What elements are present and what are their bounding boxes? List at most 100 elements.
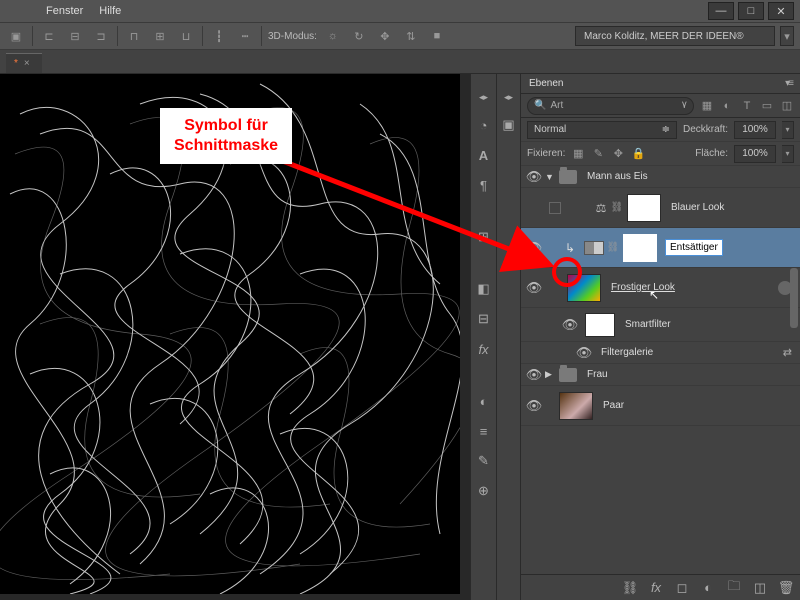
lock-all-icon[interactable]: 🔒 <box>631 147 645 161</box>
panel-title: Ebenen <box>529 78 563 89</box>
history-panel-icon[interactable]: ◔ <box>473 114 495 136</box>
disclosure-triangle-icon[interactable]: ▼ <box>545 172 555 182</box>
3d-roll-icon[interactable]: ↻ <box>349 26 369 46</box>
mask-thumbnail[interactable] <box>623 234 657 262</box>
lock-transparency-icon[interactable]: ▦ <box>571 147 585 161</box>
blend-mode-value: Normal <box>534 124 566 135</box>
3d-orbit-icon[interactable]: ☼ <box>323 26 343 46</box>
layer-filter-search[interactable]: 🔍 Art ٧ <box>527 97 694 115</box>
smartfilter-label: Smartfilter <box>625 319 671 330</box>
visibility-toggle-icon[interactable]: 👁 <box>525 239 543 257</box>
swatches-panel-icon[interactable]: ⊟ <box>473 308 495 330</box>
fill-value[interactable]: 100% <box>734 145 776 163</box>
layer-name-input[interactable] <box>665 239 723 256</box>
distribute-h-icon[interactable]: ┇ <box>209 26 229 46</box>
callout-line1: Symbol für <box>184 117 268 134</box>
new-layer-icon[interactable]: ◫ <box>752 580 768 596</box>
mode3d-label: 3D-Modus: <box>268 31 317 42</box>
collapse-arrow-icon[interactable]: ◂▸ <box>477 92 491 102</box>
folder-icon <box>559 170 577 184</box>
filter-options-icon[interactable]: ⇄ <box>783 346 792 359</box>
layer-name[interactable]: Paar <box>603 400 624 411</box>
menu-fenster[interactable]: Fenster <box>46 5 83 17</box>
layer-name[interactable]: Frau <box>587 369 608 380</box>
filter-adjust-icon[interactable]: ◐ <box>720 99 734 113</box>
align-right-icon[interactable]: ⊐ <box>91 26 111 46</box>
visibility-toggle-icon[interactable]: 👁 <box>525 168 543 186</box>
navigator-panel-icon[interactable]: ⊞ <box>473 226 495 248</box>
workspace-menu-arrow[interactable]: ▾ <box>780 26 794 46</box>
color-panel-icon[interactable]: ◧ <box>473 278 495 300</box>
align-bottom-icon[interactable]: ⊔ <box>176 26 196 46</box>
panel-menu-icon[interactable]: ▾≡ <box>785 78 792 89</box>
filter-shape-icon[interactable]: ▭ <box>760 99 774 113</box>
brushes-panel-icon[interactable]: ≡ <box>473 420 495 442</box>
opacity-value[interactable]: 100% <box>734 121 776 139</box>
clone-source-panel-icon[interactable]: ⊕ <box>473 480 495 502</box>
adjustments-panel-icon[interactable]: ◐ <box>473 390 495 412</box>
visibility-toggle-icon[interactable]: 👁 <box>561 316 579 334</box>
filter-type-icon[interactable]: T <box>740 99 754 113</box>
3d-pan-icon[interactable]: ✥ <box>375 26 395 46</box>
mask-thumbnail[interactable] <box>627 194 661 222</box>
styles-panel-icon[interactable]: fx <box>473 338 495 360</box>
align-center-h-icon[interactable]: ⊟ <box>65 26 85 46</box>
visibility-toggle-icon[interactable]: 👁 <box>575 344 593 362</box>
layer-name[interactable]: Blauer Look <box>671 202 724 213</box>
cursor-icon: ↖ <box>649 288 659 302</box>
layers-list[interactable]: 👁 ▼ Mann aus Eis 👁 ⚖ ⛓ Blauer Look 👁 ↳ <box>521 166 800 574</box>
link-layers-icon[interactable]: ⛓ <box>622 580 638 596</box>
layer-thumbnail[interactable] <box>559 392 593 420</box>
actions-panel-icon[interactable]: ▣ <box>498 114 520 136</box>
filter-kind-label: Art <box>550 100 563 111</box>
3d-slide-icon[interactable]: ⇅ <box>401 26 421 46</box>
tab-close-icon[interactable]: × <box>24 58 30 69</box>
new-group-icon[interactable]: 🗀 <box>726 580 742 596</box>
character-panel-icon[interactable]: A <box>473 144 495 166</box>
collapse-arrow-2-icon[interactable]: ◂▸ <box>502 92 516 102</box>
visibility-placeholder[interactable] <box>549 202 561 214</box>
lock-position-icon[interactable]: ✥ <box>611 147 625 161</box>
document-tab[interactable]: * × <box>6 53 42 73</box>
filter-smart-icon[interactable]: ◫ <box>780 99 794 113</box>
annotation-callout: Symbol für Schnittmaske <box>160 108 292 164</box>
distribute-v-icon[interactable]: ┅ <box>235 26 255 46</box>
filter-mask-thumbnail[interactable] <box>585 313 615 337</box>
close-button[interactable]: ✕ <box>768 2 794 20</box>
filter-name[interactable]: Filtergalerie <box>601 347 653 358</box>
opacity-label: Deckkraft: <box>683 124 728 135</box>
lock-pixels-icon[interactable]: ✎ <box>591 147 605 161</box>
disclosure-triangle-icon[interactable]: ▶ <box>545 369 555 380</box>
layer-effects-icon[interactable]: fx <box>648 580 664 596</box>
blend-mode-select[interactable]: Normal ≑ <box>527 121 677 139</box>
filter-pixel-icon[interactable]: ▦ <box>700 99 714 113</box>
new-adjustment-icon[interactable]: ◐ <box>700 580 716 596</box>
hue-sat-adjustment-icon <box>584 241 604 255</box>
dropdown-arrow-icon: ٧ <box>682 100 687 111</box>
opacity-flyout-icon[interactable]: ▾ <box>782 121 794 139</box>
visibility-toggle-icon[interactable]: 👁 <box>525 397 543 415</box>
3d-zoom-icon[interactable]: ■ <box>427 26 447 46</box>
mask-link-icon[interactable]: ⛓ <box>611 201 623 215</box>
scrollbar[interactable] <box>790 268 798 328</box>
tool-preset-icon[interactable]: ▣ <box>6 26 26 46</box>
fill-flyout-icon[interactable]: ▾ <box>782 145 794 163</box>
minimize-button[interactable]: — <box>708 2 734 20</box>
maximize-button[interactable]: □ <box>738 2 764 20</box>
align-top-icon[interactable]: ⊓ <box>124 26 144 46</box>
visibility-toggle-icon[interactable]: 👁 <box>525 279 543 297</box>
delete-layer-icon[interactable]: 🗑 <box>778 580 794 596</box>
search-icon: 🔍 <box>534 100 546 111</box>
align-left-icon[interactable]: ⊏ <box>39 26 59 46</box>
align-middle-icon[interactable]: ⊞ <box>150 26 170 46</box>
layer-name[interactable]: Frostiger Look <box>611 282 675 293</box>
visibility-toggle-icon[interactable]: 👁 <box>525 366 543 384</box>
mask-link-icon[interactable]: ⛓ <box>607 241 619 255</box>
workspace-switcher[interactable]: Marco Kolditz, MEER DER IDEEN® <box>575 26 775 46</box>
paragraph-panel-icon[interactable]: ¶ <box>473 174 495 196</box>
layer-name[interactable]: Mann aus Eis <box>587 171 648 182</box>
add-mask-icon[interactable]: ◻ <box>674 580 690 596</box>
brush-settings-panel-icon[interactable]: ✎ <box>473 450 495 472</box>
menu-hilfe[interactable]: Hilfe <box>99 5 121 17</box>
dropdown-arrow-icon: ≑ <box>662 124 670 135</box>
